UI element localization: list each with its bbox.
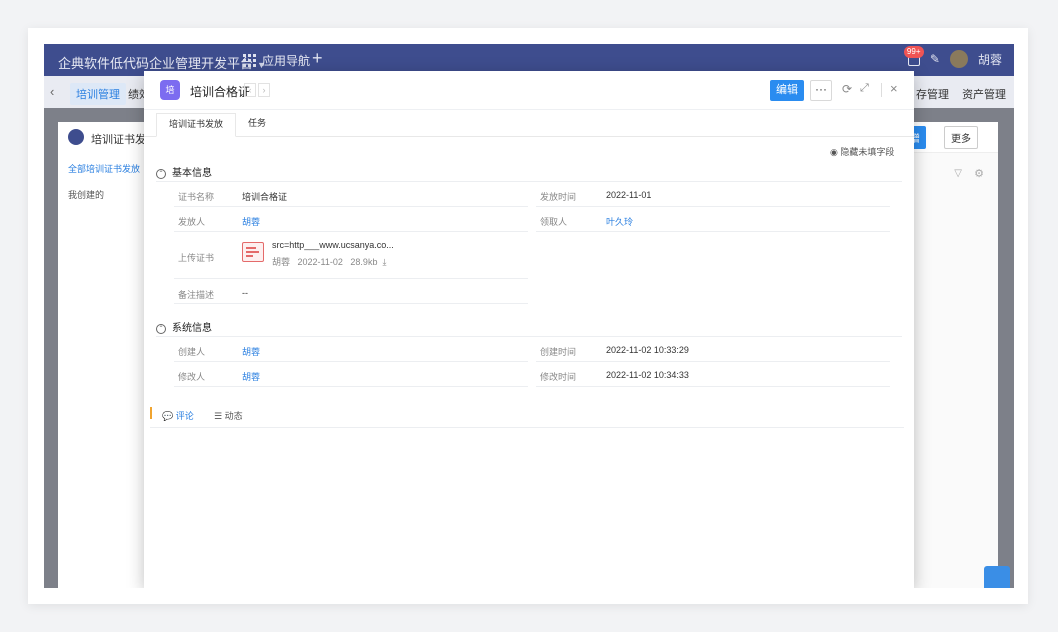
brand-title: 企典软件低代码企业管理开发平台 — [58, 56, 254, 71]
tab-activity-label: 动态 — [224, 411, 243, 421]
module-tabs-right: 存管理 资产管理 — [916, 86, 1014, 102]
modal-title: 培训合格证 — [190, 85, 251, 99]
app-screen: 企典软件低代码企业管理开发平台 ▼ 应用导航 + 99+ ✎ 胡蓉 ‹ 培训管理 … — [44, 44, 1014, 588]
avatar[interactable] — [949, 50, 968, 68]
brand-menu[interactable]: 企典软件低代码企业管理开发平台 ▼ — [58, 53, 266, 72]
attachment-size: 28.9kb — [350, 257, 378, 267]
divider — [174, 278, 528, 279]
divider — [174, 361, 528, 362]
field-label-modifier: 修改人 — [178, 372, 206, 382]
divider — [536, 386, 890, 387]
grid-icon — [243, 54, 256, 67]
section-basic-info[interactable]: ⌃ 基本信息 — [156, 164, 212, 179]
tab-cert-issue[interactable]: 培训证书发放 — [156, 113, 237, 137]
field-value-modifier[interactable]: 胡蓉 — [242, 370, 260, 383]
field-label-receiver: 领取人 — [540, 217, 568, 227]
field-value-receiver[interactable]: 叶久玲 — [606, 215, 633, 228]
fullscreen-icon[interactable]: ⤢ — [860, 82, 869, 95]
record-detail-modal: 培 培训合格证 ‹ › 编辑 ··· ⟳ ⤢ × 培训证书发放 任务 ◉ 隐藏未… — [144, 71, 914, 588]
tab-tasks[interactable]: 任务 — [236, 116, 278, 136]
field-label-remark: 备注描述 — [178, 290, 215, 300]
attachment-file-name[interactable]: src=http___www.ucsanya.co... — [272, 240, 394, 250]
field-value-create-time: 2022-11-02 10:33:29 — [606, 345, 689, 355]
file-image-icon[interactable] — [242, 242, 264, 262]
notification-badge: 99+ — [903, 46, 924, 58]
divider — [174, 206, 528, 207]
attachment-date: 2022-11-02 — [297, 257, 343, 267]
tab-comments[interactable]: 💬 评论 — [162, 409, 194, 422]
field-value-cert-name: 培训合格证 — [242, 192, 288, 202]
modal-header: 培 培训合格证 ‹ › 编辑 ··· ⟳ ⤢ × — [144, 71, 914, 110]
comment-icon: 💬 — [162, 411, 176, 421]
close-icon[interactable]: × — [890, 81, 898, 96]
section-basic-title: 基本信息 — [172, 168, 212, 179]
section-system-title: 系统信息 — [172, 323, 212, 334]
panel-logo-icon — [68, 129, 84, 145]
collapse-icon: ⌃ — [156, 169, 166, 179]
sidebar-item-mine[interactable]: 我创建的 — [68, 188, 104, 201]
more-actions-button[interactable]: ··· — [810, 80, 832, 101]
attachment-uploader: 胡蓉 — [272, 257, 291, 267]
tab-comments-label: 评论 — [175, 411, 194, 421]
divider — [150, 427, 904, 428]
divider — [156, 181, 902, 182]
field-label-cert-name: 证书名称 — [178, 192, 215, 202]
divider — [156, 336, 902, 337]
edit-button[interactable]: 编辑 — [770, 80, 804, 101]
attachment-meta: 胡蓉 2022-11-02 28.9kb ⤓ — [272, 255, 386, 268]
chevron-left-icon[interactable]: ‹ — [50, 84, 54, 99]
field-value-remark: -- — [242, 288, 248, 298]
section-system-info[interactable]: ⌃ 系统信息 — [156, 319, 212, 334]
header-divider — [881, 83, 882, 97]
field-label-creator: 创建人 — [178, 347, 206, 357]
collapse-icon: ⌃ — [156, 324, 166, 334]
divider — [174, 303, 528, 304]
notification-button[interactable]: 99+ — [903, 46, 924, 66]
divider — [174, 386, 528, 387]
filter-icon[interactable]: ▽ — [954, 168, 962, 179]
record-logo-icon: 培 — [160, 80, 180, 100]
record-pager: ‹ › — [244, 83, 270, 97]
field-label-issue-time: 发放时间 — [540, 192, 577, 202]
app-nav-button[interactable]: 应用导航 — [243, 52, 310, 69]
gear-icon[interactable]: ⚙ — [974, 167, 984, 180]
field-label-modify-time: 修改时间 — [540, 372, 577, 382]
prev-record-button[interactable]: ‹ — [244, 83, 256, 97]
eye-icon: ◉ — [830, 147, 841, 157]
sidebar-item-all[interactable]: 全部培训证书发放 — [68, 162, 140, 175]
field-label-create-time: 创建时间 — [540, 347, 577, 357]
add-icon[interactable]: + — [312, 48, 323, 69]
refresh-icon[interactable]: ⟳ — [842, 82, 852, 96]
list-icon: ☰ — [214, 411, 225, 421]
field-value-issue-time: 2022-11-01 — [606, 190, 652, 200]
edit-note-icon[interactable]: ✎ — [930, 52, 940, 66]
modal-tabs: 培训证书发放 任务 — [144, 110, 914, 137]
field-value-issuer[interactable]: 胡蓉 — [242, 215, 260, 228]
app-nav-label: 应用导航 — [262, 54, 311, 68]
divider — [536, 361, 890, 362]
more-button[interactable]: 更多 — [944, 126, 978, 149]
field-value-creator[interactable]: 胡蓉 — [242, 345, 260, 358]
hide-empty-fields-label: 隐藏未填字段 — [840, 147, 895, 157]
field-label-upload: 上传证书 — [178, 253, 215, 263]
tab-assets[interactable]: 资产管理 — [962, 89, 1006, 101]
top-right-tools: 99+ ✎ 胡蓉 — [903, 46, 1002, 68]
tab-inventory[interactable]: 存管理 — [916, 89, 949, 101]
hide-empty-fields-toggle[interactable]: ◉ 隐藏未填字段 — [830, 145, 894, 158]
active-tab-indicator — [150, 407, 152, 419]
divider — [536, 231, 890, 232]
divider — [174, 231, 528, 232]
tab-training[interactable]: 培训管理 — [70, 83, 126, 105]
field-label-issuer: 发放人 — [178, 217, 206, 227]
divider — [536, 206, 890, 207]
next-record-button[interactable]: › — [258, 83, 270, 97]
download-icon[interactable]: ⤓ — [382, 257, 386, 267]
tab-activity[interactable]: ☰ 动态 — [214, 409, 243, 422]
user-name[interactable]: 胡蓉 — [978, 51, 1002, 68]
chat-button[interactable] — [984, 566, 1010, 588]
field-value-modify-time: 2022-11-02 10:34:33 — [606, 370, 689, 380]
